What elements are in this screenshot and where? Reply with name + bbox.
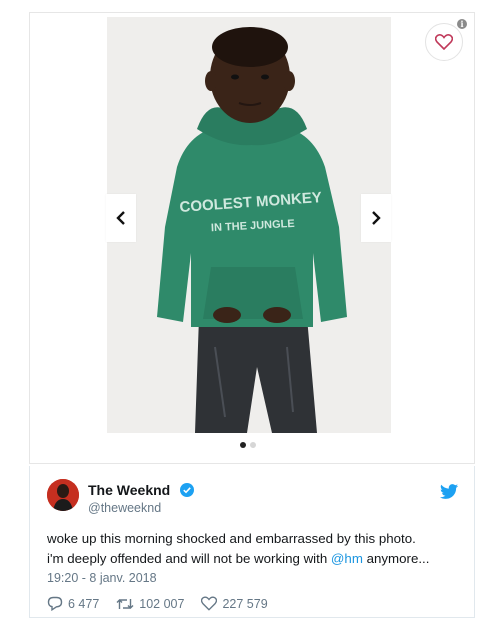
like-heart-icon xyxy=(201,596,218,611)
tweet-text: woke up this morning shocked and embarra… xyxy=(47,529,467,569)
heart-icon xyxy=(435,34,453,50)
retweet-button[interactable]: 102 007 xyxy=(116,597,184,611)
chevron-left-icon xyxy=(116,211,125,225)
like-button[interactable]: 227 579 xyxy=(201,596,268,611)
retweet-count: 102 007 xyxy=(139,596,185,611)
mention-link[interactable]: @hm xyxy=(331,551,363,566)
next-image-button[interactable] xyxy=(361,194,391,242)
carousel-dots xyxy=(240,442,256,448)
user-handle[interactable]: @theweeknd xyxy=(88,501,161,515)
like-count: 227 579 xyxy=(222,596,268,611)
tweet-timestamp[interactable]: 19:20 - 8 janv. 2018 xyxy=(47,571,157,585)
tweet-text-part: anymore... xyxy=(362,551,430,566)
reply-button[interactable]: 6 477 xyxy=(47,596,99,611)
favorite-button[interactable] xyxy=(425,23,463,61)
page: COOLEST MONKEY IN THE JUNGLE i The Weekn… xyxy=(0,0,504,624)
chevron-right-icon xyxy=(372,211,381,225)
avatar[interactable] xyxy=(47,479,79,511)
tweet-text-line1: woke up this morning shocked and embarra… xyxy=(47,531,416,546)
tweet-card: The Weeknd @theweeknd woke up this morni… xyxy=(29,466,475,618)
tweet-actions: 6 477 102 007 227 579 xyxy=(47,596,285,611)
display-name[interactable]: The Weeknd xyxy=(88,482,170,498)
carousel-dot[interactable] xyxy=(250,442,256,448)
product-photo: COOLEST MONKEY IN THE JUNGLE xyxy=(107,17,391,433)
info-icon[interactable]: i xyxy=(457,19,467,29)
previous-image-button[interactable] xyxy=(106,194,136,242)
tweet-text-part: i'm deeply offended and will not be work… xyxy=(47,551,331,566)
verified-badge-icon xyxy=(180,483,194,497)
twitter-bird-icon[interactable] xyxy=(440,484,458,499)
tweet-text-line2: i'm deeply offended and will not be work… xyxy=(47,549,467,569)
carousel-dot-active[interactable] xyxy=(240,442,246,448)
child-in-hoodie-image: COOLEST MONKEY IN THE JUNGLE xyxy=(107,17,391,433)
reply-icon xyxy=(47,596,63,611)
avatar-image xyxy=(47,479,79,511)
retweet-icon xyxy=(116,598,134,609)
product-card: COOLEST MONKEY IN THE JUNGLE i xyxy=(29,12,475,464)
reply-count: 6 477 xyxy=(68,596,100,611)
